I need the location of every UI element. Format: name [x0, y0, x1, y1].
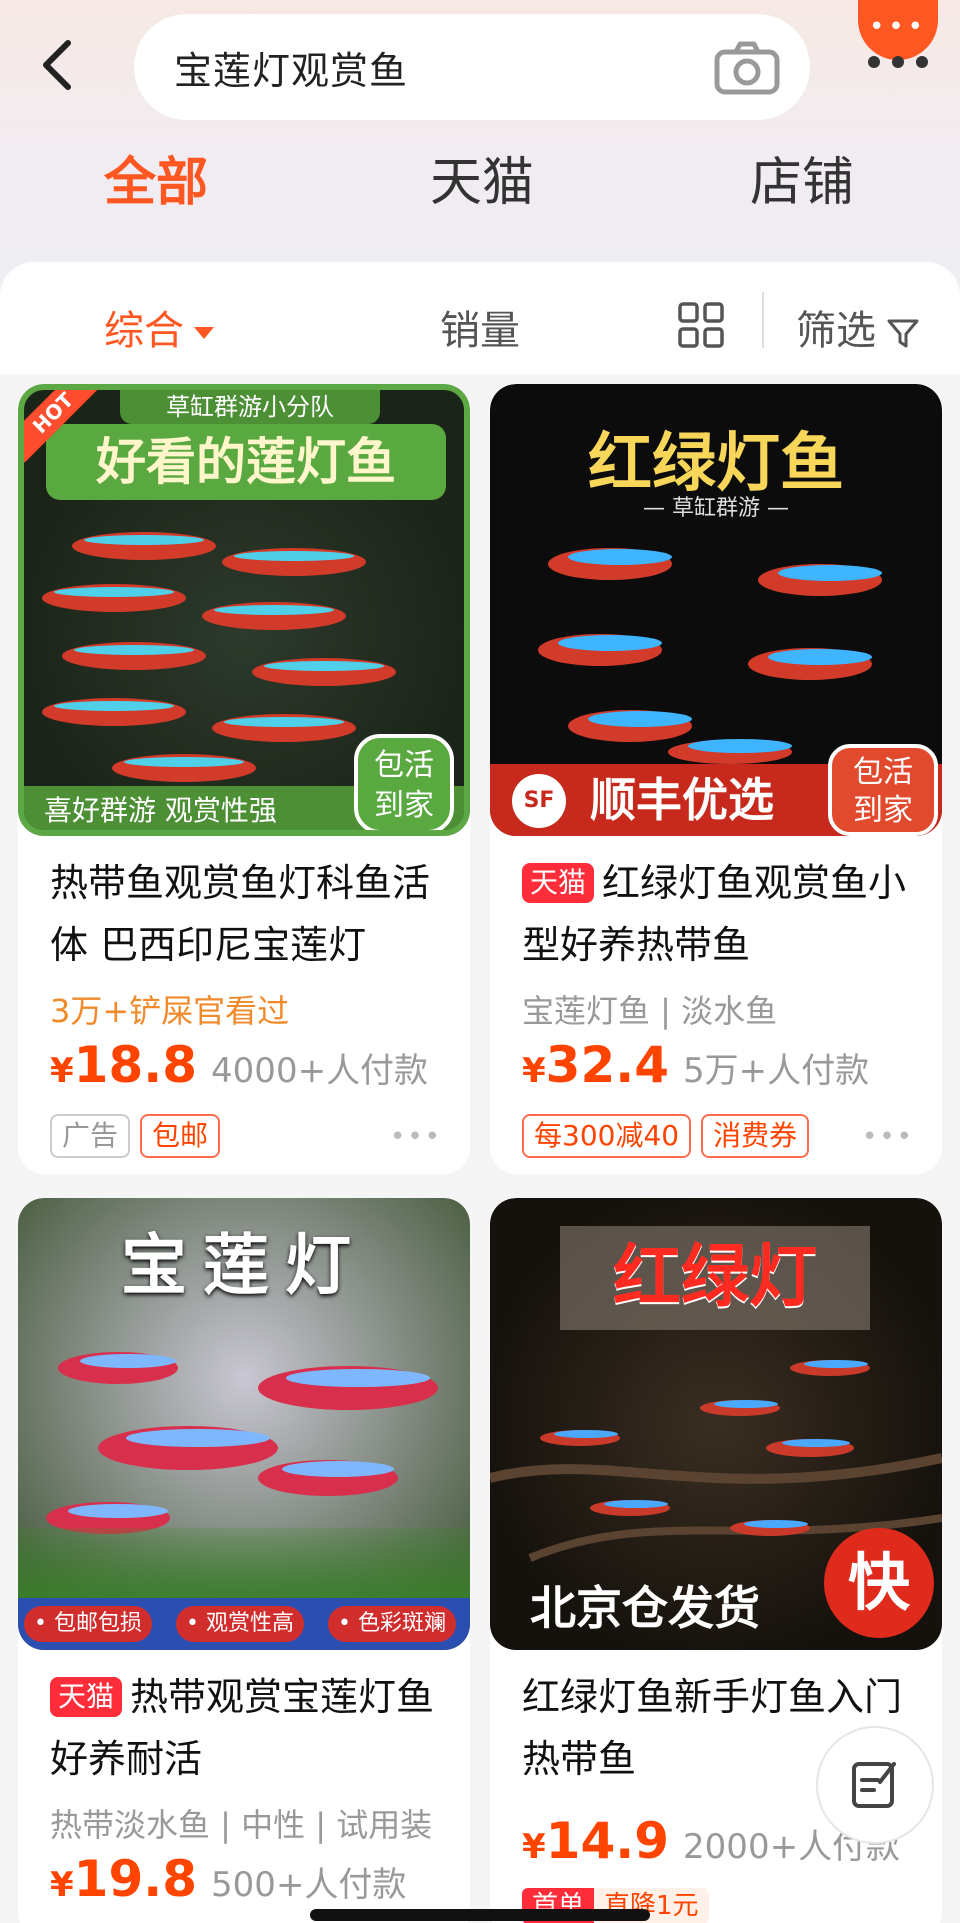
- tab-store[interactable]: 店铺: [750, 140, 854, 215]
- paid-count: 5万+人付款: [683, 1051, 870, 1091]
- search-input[interactable]: 宝莲灯观赏鱼: [134, 14, 810, 120]
- tab-tmall[interactable]: 天猫: [430, 140, 534, 215]
- price-row: ¥19.8 500+人付款: [50, 1850, 406, 1908]
- product-image[interactable]: 红绿灯鱼 — 草缸群游 — 顺丰优选 SF 包活到家: [490, 384, 942, 836]
- free-shipping-tag: 包邮: [140, 1114, 221, 1158]
- price-symbol: ¥: [50, 1051, 74, 1091]
- caret-down-icon: [194, 327, 214, 339]
- product-title: 天猫 热带观赏宝莲灯鱼好养耐活: [50, 1666, 460, 1790]
- home-indicator: [310, 1909, 650, 1921]
- price-value: 14.9: [545, 1812, 670, 1870]
- more-options-icon[interactable]: •••: [862, 1122, 914, 1152]
- plant-strip: [18, 1528, 470, 1608]
- product-card[interactable]: 宝莲灯 • 包邮包损 • 观赏性高 • 色彩斑斓 天猫 热带观赏宝莲灯鱼好养耐活 …: [18, 1198, 470, 1923]
- camera-icon[interactable]: [714, 40, 780, 96]
- more-icon: •••: [868, 12, 927, 42]
- image-headline: 宝莲灯: [121, 1227, 367, 1304]
- product-image[interactable]: 红绿灯 北京仓发货 快: [490, 1198, 942, 1650]
- scope-tabs: 全部 天猫 店铺: [0, 140, 960, 230]
- image-chip-row: • 包邮包损 • 观赏性高 • 色彩斑斓: [18, 1598, 470, 1650]
- paid-count: 4000+人付款: [211, 1051, 429, 1091]
- discount-tag: 每300减40: [522, 1114, 692, 1158]
- sf-logo: SF: [512, 774, 566, 828]
- image-corner-badge: 包活到家: [828, 744, 938, 836]
- sort-comprehensive-label: 综合: [104, 308, 184, 354]
- filter-button[interactable]: 筛选: [796, 298, 920, 356]
- image-subheadline: — 草缸群游 —: [643, 496, 789, 521]
- filter-icon: [887, 319, 919, 348]
- price-value: 18.8: [73, 1036, 198, 1094]
- tags-row: 每300减40 消费券: [522, 1114, 819, 1158]
- price-value: 32.4: [545, 1036, 670, 1094]
- tab-all[interactable]: 全部: [104, 140, 208, 215]
- sort-comprehensive[interactable]: 综合: [104, 298, 214, 356]
- product-card[interactable]: 草缸群游小分队 好看的莲灯鱼 HOT 喜好群游 观赏性强 包活到家 热带鱼观赏鱼…: [18, 384, 470, 1174]
- fish-graphic: [538, 548, 882, 764]
- sort-sales[interactable]: 销量: [440, 298, 520, 356]
- more-options-icon[interactable]: •••: [390, 1122, 442, 1152]
- product-image[interactable]: 草缸群游小分队 好看的莲灯鱼 HOT 喜好群游 观赏性强 包活到家: [18, 384, 470, 836]
- coupon-tag: 消费券: [701, 1114, 810, 1158]
- image-headline: 红绿灯: [560, 1226, 870, 1330]
- price-symbol: ¥: [50, 1865, 74, 1905]
- more-dots-icon: [862, 56, 934, 76]
- ad-tag: 广告: [50, 1114, 131, 1158]
- product-subtitle: 热带淡水鱼 | 中性 | 试用装: [50, 1806, 433, 1844]
- sort-divider: [762, 292, 764, 348]
- search-header: 宝莲灯观赏鱼 •••: [0, 0, 960, 130]
- product-title: 天猫 红绿灯鱼观赏鱼小型好养热带鱼: [522, 852, 932, 976]
- image-bottom-text: 北京仓发货: [530, 1581, 760, 1635]
- price-value: 19.8: [73, 1850, 198, 1908]
- price-row: ¥18.8 4000+人付款: [50, 1036, 428, 1094]
- grid-view-icon[interactable]: [678, 302, 724, 348]
- price-symbol: ¥: [522, 1051, 546, 1091]
- back-arrow-icon: [43, 40, 71, 90]
- image-chip: • 色彩斑斓: [328, 1606, 456, 1642]
- image-headline: 好看的莲灯鱼: [46, 424, 446, 500]
- paid-count: 500+人付款: [211, 1865, 407, 1905]
- back-button[interactable]: [38, 30, 86, 100]
- product-title: 热带鱼观赏鱼灯科鱼活体 巴西印尼宝莲灯: [50, 861, 431, 967]
- tags-row: 广告 包邮: [50, 1114, 230, 1158]
- product-subtitle: 3万+铲屎官看过: [50, 992, 290, 1030]
- floating-note-button[interactable]: [816, 1726, 934, 1844]
- product-subtitle: 宝莲灯鱼 | 淡水鱼: [522, 992, 778, 1030]
- price-symbol: ¥: [522, 1827, 546, 1867]
- image-chip: • 包邮包损: [24, 1606, 152, 1642]
- express-badge: 快: [824, 1528, 934, 1638]
- price-row: ¥32.4 5万+人付款: [522, 1036, 869, 1094]
- product-card[interactable]: 红绿灯鱼 — 草缸群游 — 顺丰优选 SF 包活到家 天猫 红绿灯鱼观赏鱼小型好养…: [490, 384, 942, 1174]
- sort-bar: 综合 销量 筛选: [0, 262, 960, 374]
- image-chip: • 观赏性高: [176, 1606, 304, 1642]
- tmall-badge: 天猫: [50, 1677, 123, 1717]
- tmall-badge: 天猫: [522, 863, 595, 903]
- image-corner-badge: 包活到家: [354, 734, 454, 830]
- image-banner: 草缸群游小分队: [120, 390, 380, 424]
- more-button[interactable]: •••: [858, 0, 938, 60]
- filter-label: 筛选: [796, 308, 876, 354]
- search-query: 宝莲灯观赏鱼: [174, 48, 409, 93]
- edit-note-icon: [852, 1762, 896, 1808]
- fish-graphic: [46, 1352, 438, 1534]
- product-image[interactable]: 宝莲灯 • 包邮包损 • 观赏性高 • 色彩斑斓: [18, 1198, 470, 1650]
